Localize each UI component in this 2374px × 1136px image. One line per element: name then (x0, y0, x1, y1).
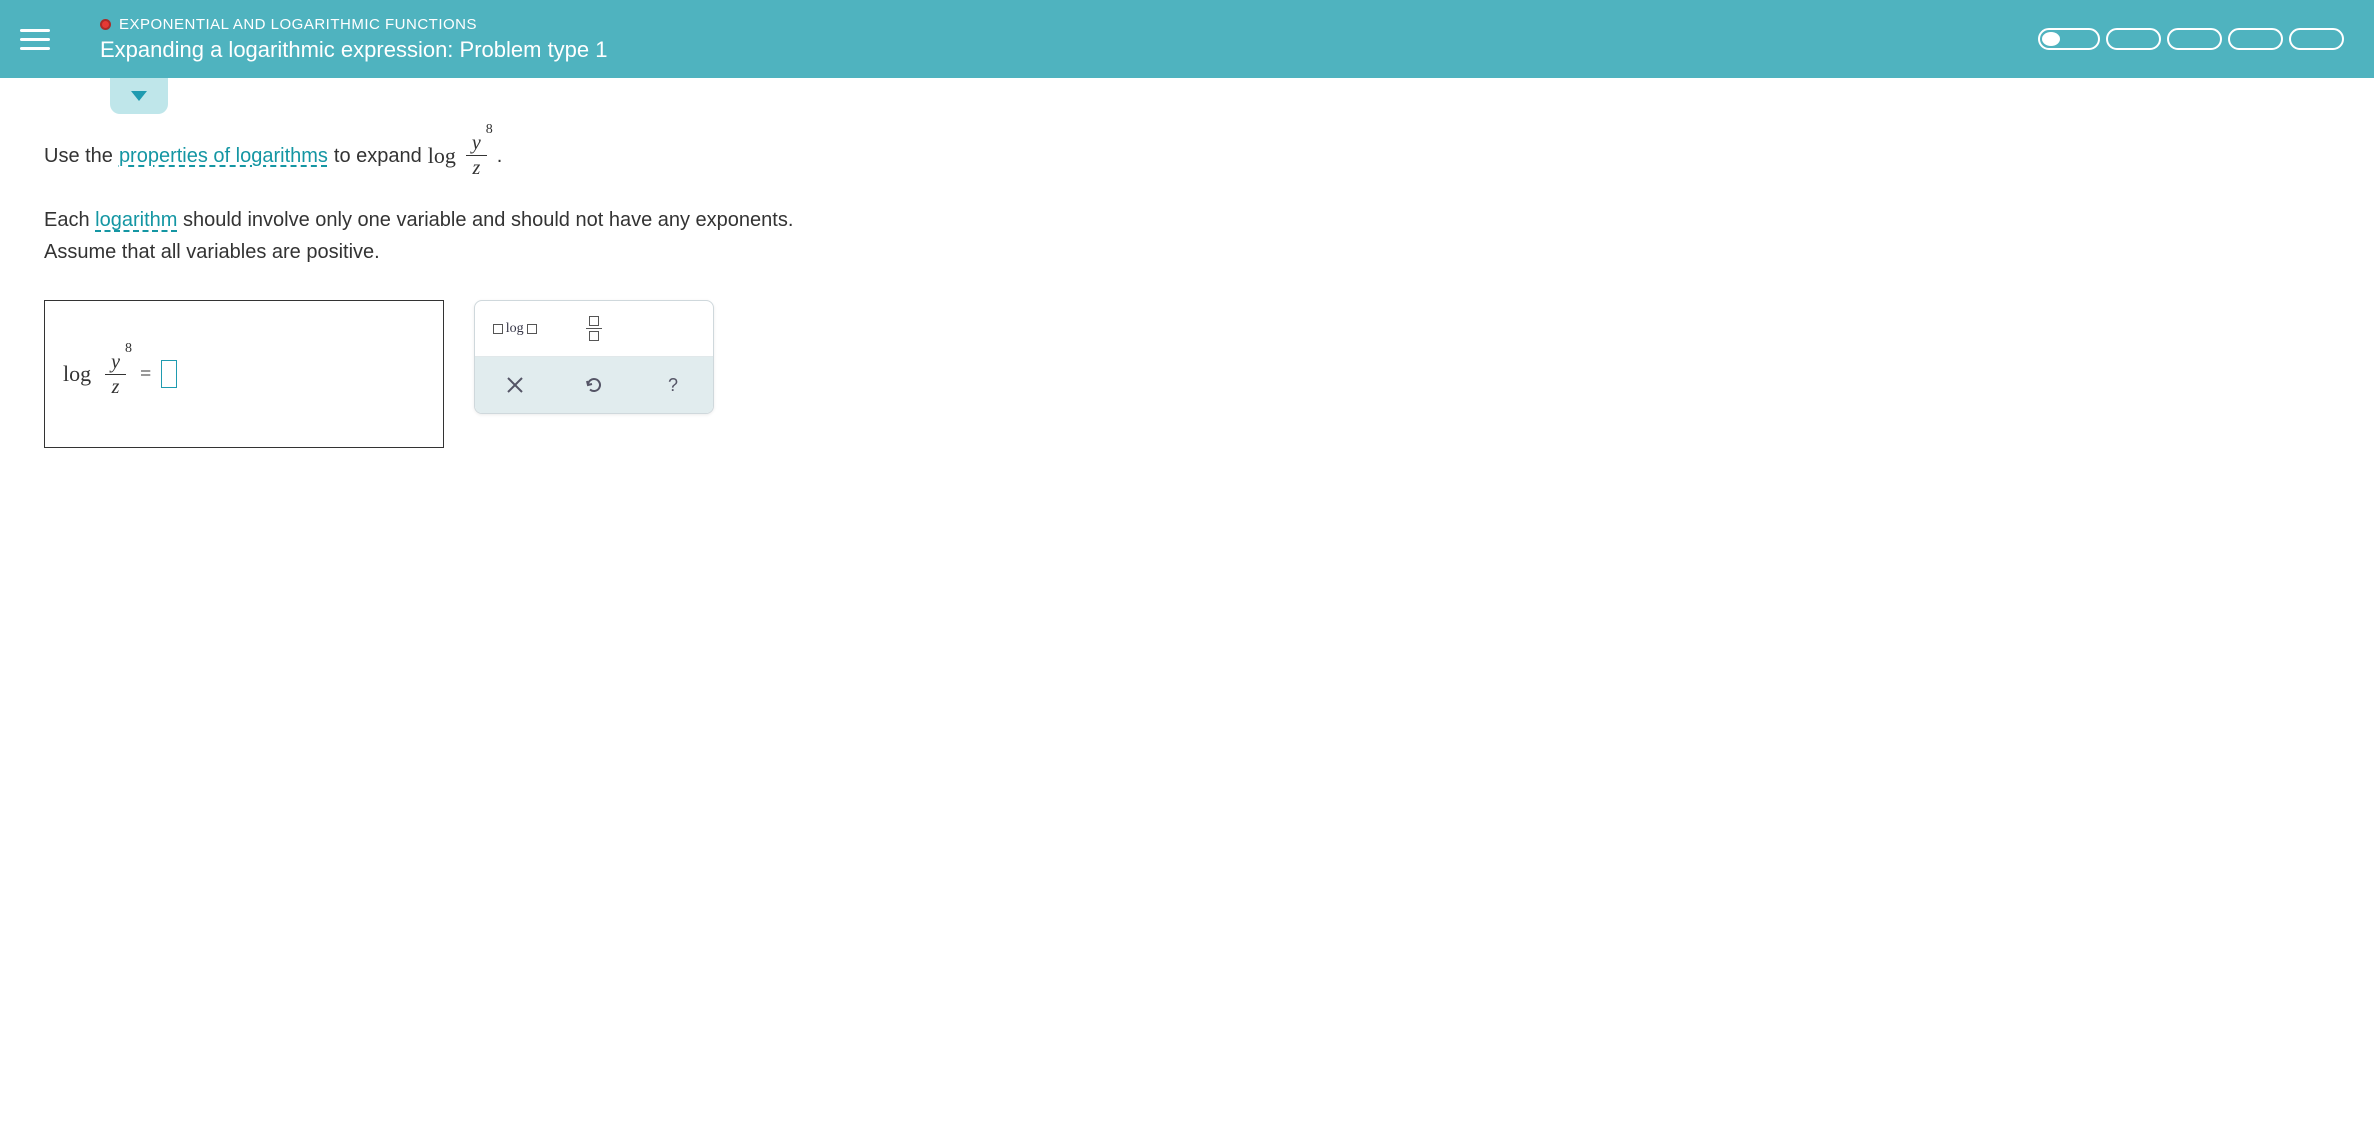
progress-pill (2167, 28, 2222, 50)
fraction: y 8 z (105, 352, 126, 397)
help-button[interactable]: ? (634, 357, 713, 413)
problem-statement-line1: Use the properties of logarithms to expa… (44, 133, 1156, 178)
work-area: log y 8 z = log (44, 300, 1156, 448)
breadcrumb: EXPONENTIAL AND LOGARITHMIC FUNCTIONS (100, 16, 2038, 33)
numerator-exponent: 8 (125, 342, 132, 356)
answer-expression: log y 8 z = (63, 352, 177, 397)
tool-log-label: log (506, 321, 524, 337)
numerator-exponent: 8 (486, 123, 493, 137)
progress-indicator (2038, 28, 2344, 50)
numerator-var: y (111, 351, 120, 373)
placeholder-box-icon (589, 331, 599, 341)
dropdown-tab[interactable] (110, 78, 168, 114)
text: to expand (334, 138, 422, 174)
menu-button[interactable] (20, 19, 60, 59)
status-dot-icon (100, 19, 111, 30)
progress-pill (2289, 28, 2344, 50)
problem-content: Use the properties of logarithms to expa… (0, 78, 1200, 503)
denominator: z (112, 375, 120, 397)
properties-of-logarithms-link[interactable]: properties of logarithms (119, 138, 328, 174)
denominator: z (472, 156, 480, 178)
page-title: Expanding a logarithmic expression: Prob… (100, 37, 2038, 63)
problem-statement-line2: Each logarithm should involve only one v… (44, 204, 1156, 268)
fraction: y 8 z (466, 133, 487, 178)
tool-log-template[interactable]: log (475, 301, 554, 357)
placeholder-box-icon (589, 316, 599, 326)
breadcrumb-label: EXPONENTIAL AND LOGARITHMIC FUNCTIONS (119, 16, 477, 33)
placeholder-box-icon (493, 324, 503, 334)
answer-box[interactable]: log y 8 z = (44, 300, 444, 448)
clear-button[interactable] (475, 357, 554, 413)
log-label: log (428, 136, 456, 176)
answer-input[interactable] (161, 360, 177, 388)
equals-sign: = (140, 363, 151, 386)
undo-button[interactable] (554, 357, 633, 413)
log-label: log (63, 361, 91, 387)
progress-pill (2228, 28, 2283, 50)
close-icon (505, 375, 525, 395)
header-text-block: EXPONENTIAL AND LOGARITHMIC FUNCTIONS Ex… (100, 16, 2038, 63)
text: Each (44, 209, 95, 231)
text: Assume that all variables are positive. (44, 241, 380, 263)
progress-pill (2106, 28, 2161, 50)
placeholder-box-icon (527, 324, 537, 334)
tool-empty (634, 301, 713, 357)
text: . (497, 138, 503, 174)
progress-pill (2038, 28, 2100, 50)
undo-icon (584, 375, 604, 395)
text: should involve only one variable and sho… (177, 209, 793, 231)
tool-fraction-template[interactable] (554, 301, 633, 357)
text: Use the (44, 138, 113, 174)
math-toolbox: log (474, 300, 714, 414)
logarithm-link[interactable]: logarithm (95, 209, 177, 231)
chevron-down-icon (131, 91, 147, 101)
app-header: EXPONENTIAL AND LOGARITHMIC FUNCTIONS Ex… (0, 0, 2374, 78)
numerator-var: y (472, 132, 481, 154)
svg-text:?: ? (668, 375, 678, 395)
help-icon: ? (663, 375, 683, 395)
